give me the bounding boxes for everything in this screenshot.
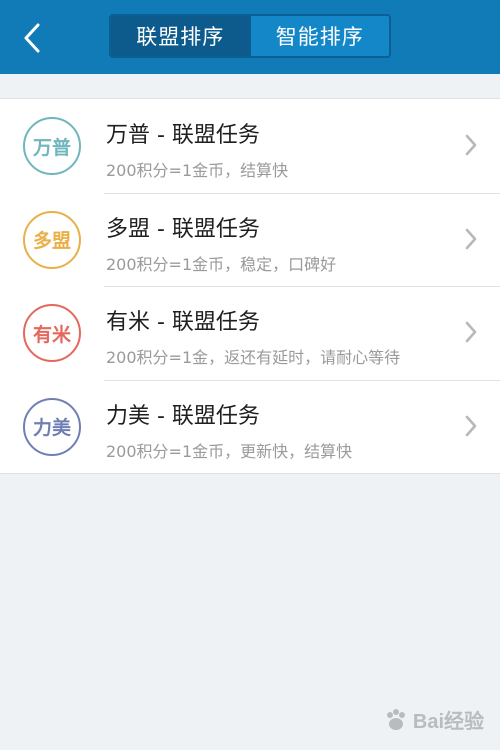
list-item-subtitle: 200积分=1金币，更新快，结算快 bbox=[106, 441, 353, 461]
list-item-title: 有米 - 联盟任务 bbox=[106, 310, 260, 335]
top-nav-bar: 联盟排序 智能排序 bbox=[0, 0, 500, 74]
chevron-right-icon bbox=[465, 228, 477, 249]
app-screen: 联盟排序 智能排序 万普 万普 - 联盟任务 200积分=1金币，结算快 多盟 … bbox=[0, 0, 500, 750]
watermark-text: Bai经验 bbox=[412, 711, 484, 733]
sort-segmented-control: 联盟排序 智能排序 bbox=[109, 14, 391, 58]
chevron-left-icon bbox=[24, 23, 40, 53]
tab-smart-sort[interactable]: 智能排序 bbox=[249, 16, 390, 56]
tab-alliance-sort[interactable]: 联盟排序 bbox=[111, 16, 250, 56]
chevron-right-icon bbox=[465, 321, 477, 343]
list-item-title: 多盟 - 联盟任务 bbox=[106, 216, 260, 242]
list-item[interactable]: 有米 有米 - 联盟任务 200积分=1金，返还有延时，请耐心等待 bbox=[0, 286, 500, 380]
chevron-right-icon bbox=[465, 134, 477, 156]
task-list: 万普 万普 - 联盟任务 200积分=1金币，结算快 多盟 多盟 - 联盟任务 … bbox=[0, 98, 500, 474]
provider-badge: 力美 bbox=[23, 397, 81, 456]
back-button[interactable] bbox=[14, 20, 50, 56]
list-item-title: 万普 - 联盟任务 bbox=[106, 123, 260, 148]
provider-badge: 万普 bbox=[23, 117, 81, 175]
provider-badge: 多盟 bbox=[23, 210, 81, 269]
list-item-subtitle: 200积分=1金币，稳定，口碑好 bbox=[106, 254, 337, 274]
chevron-right-icon bbox=[465, 415, 477, 436]
list-item-subtitle: 200积分=1金币，结算快 bbox=[106, 161, 289, 180]
provider-badge: 有米 bbox=[23, 304, 81, 362]
paw-logo-icon bbox=[386, 708, 405, 730]
list-item[interactable]: 多盟 多盟 - 联盟任务 200积分=1金币，稳定，口碑好 bbox=[0, 192, 500, 287]
list-item[interactable]: 力美 力美 - 联盟任务 200积分=1金币，更新快，结算快 bbox=[0, 379, 500, 474]
list-item-subtitle: 200积分=1金，返还有延时，请耐心等待 bbox=[106, 348, 401, 367]
list-item[interactable]: 万普 万普 - 联盟任务 200积分=1金币，结算快 bbox=[0, 99, 500, 193]
list-item-title: 力美 - 联盟任务 bbox=[106, 403, 260, 429]
watermark: Bai经验 bbox=[383, 705, 484, 734]
